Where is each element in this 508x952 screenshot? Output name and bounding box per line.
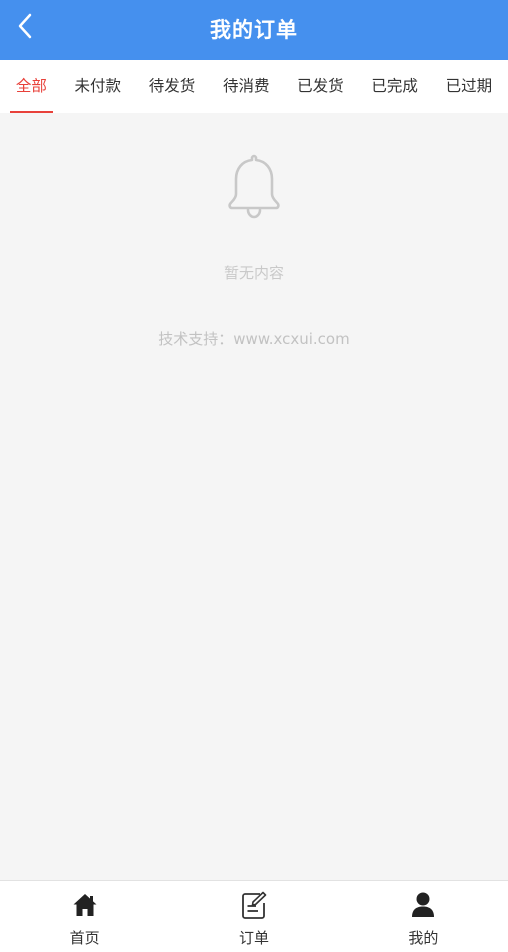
order-icon: [242, 891, 267, 919]
back-button[interactable]: [8, 8, 44, 44]
nav-item-home[interactable]: 首页: [0, 881, 169, 952]
nav-label-mine: 我的: [408, 929, 439, 947]
empty-state-text: 暂无内容: [223, 264, 284, 282]
nav-item-mine[interactable]: 我的: [339, 881, 508, 952]
nav-label-home: 首页: [69, 929, 100, 947]
chevron-left-icon: [18, 13, 32, 39]
tab-expired[interactable]: 已过期: [440, 60, 499, 113]
tab-to-ship[interactable]: 待发货: [143, 60, 202, 113]
bell-icon: [228, 154, 280, 219]
home-icon: [73, 894, 97, 916]
tech-support-text: 技术支持：www.xcxui.com: [158, 330, 350, 348]
user-icon: [412, 892, 435, 917]
nav-item-orders[interactable]: 订单: [169, 881, 338, 952]
tab-completed[interactable]: 已完成: [365, 60, 424, 113]
bottom-navigation: 首页 订单 我的: [0, 880, 508, 952]
tab-unpaid[interactable]: 未付款: [69, 60, 128, 113]
tab-to-consume[interactable]: 待消费: [217, 60, 276, 113]
top-navigation-bar: 我的订单: [0, 0, 508, 60]
tab-all[interactable]: 全部: [9, 60, 53, 113]
page-title: 我的订单: [210, 18, 298, 42]
order-status-tabs: 全部 未付款 待发货 待消费 已发货 已完成 已过期: [0, 60, 508, 113]
nav-label-orders: 订单: [238, 929, 269, 947]
empty-state: [0, 150, 508, 224]
tab-shipped[interactable]: 已发货: [291, 60, 350, 113]
